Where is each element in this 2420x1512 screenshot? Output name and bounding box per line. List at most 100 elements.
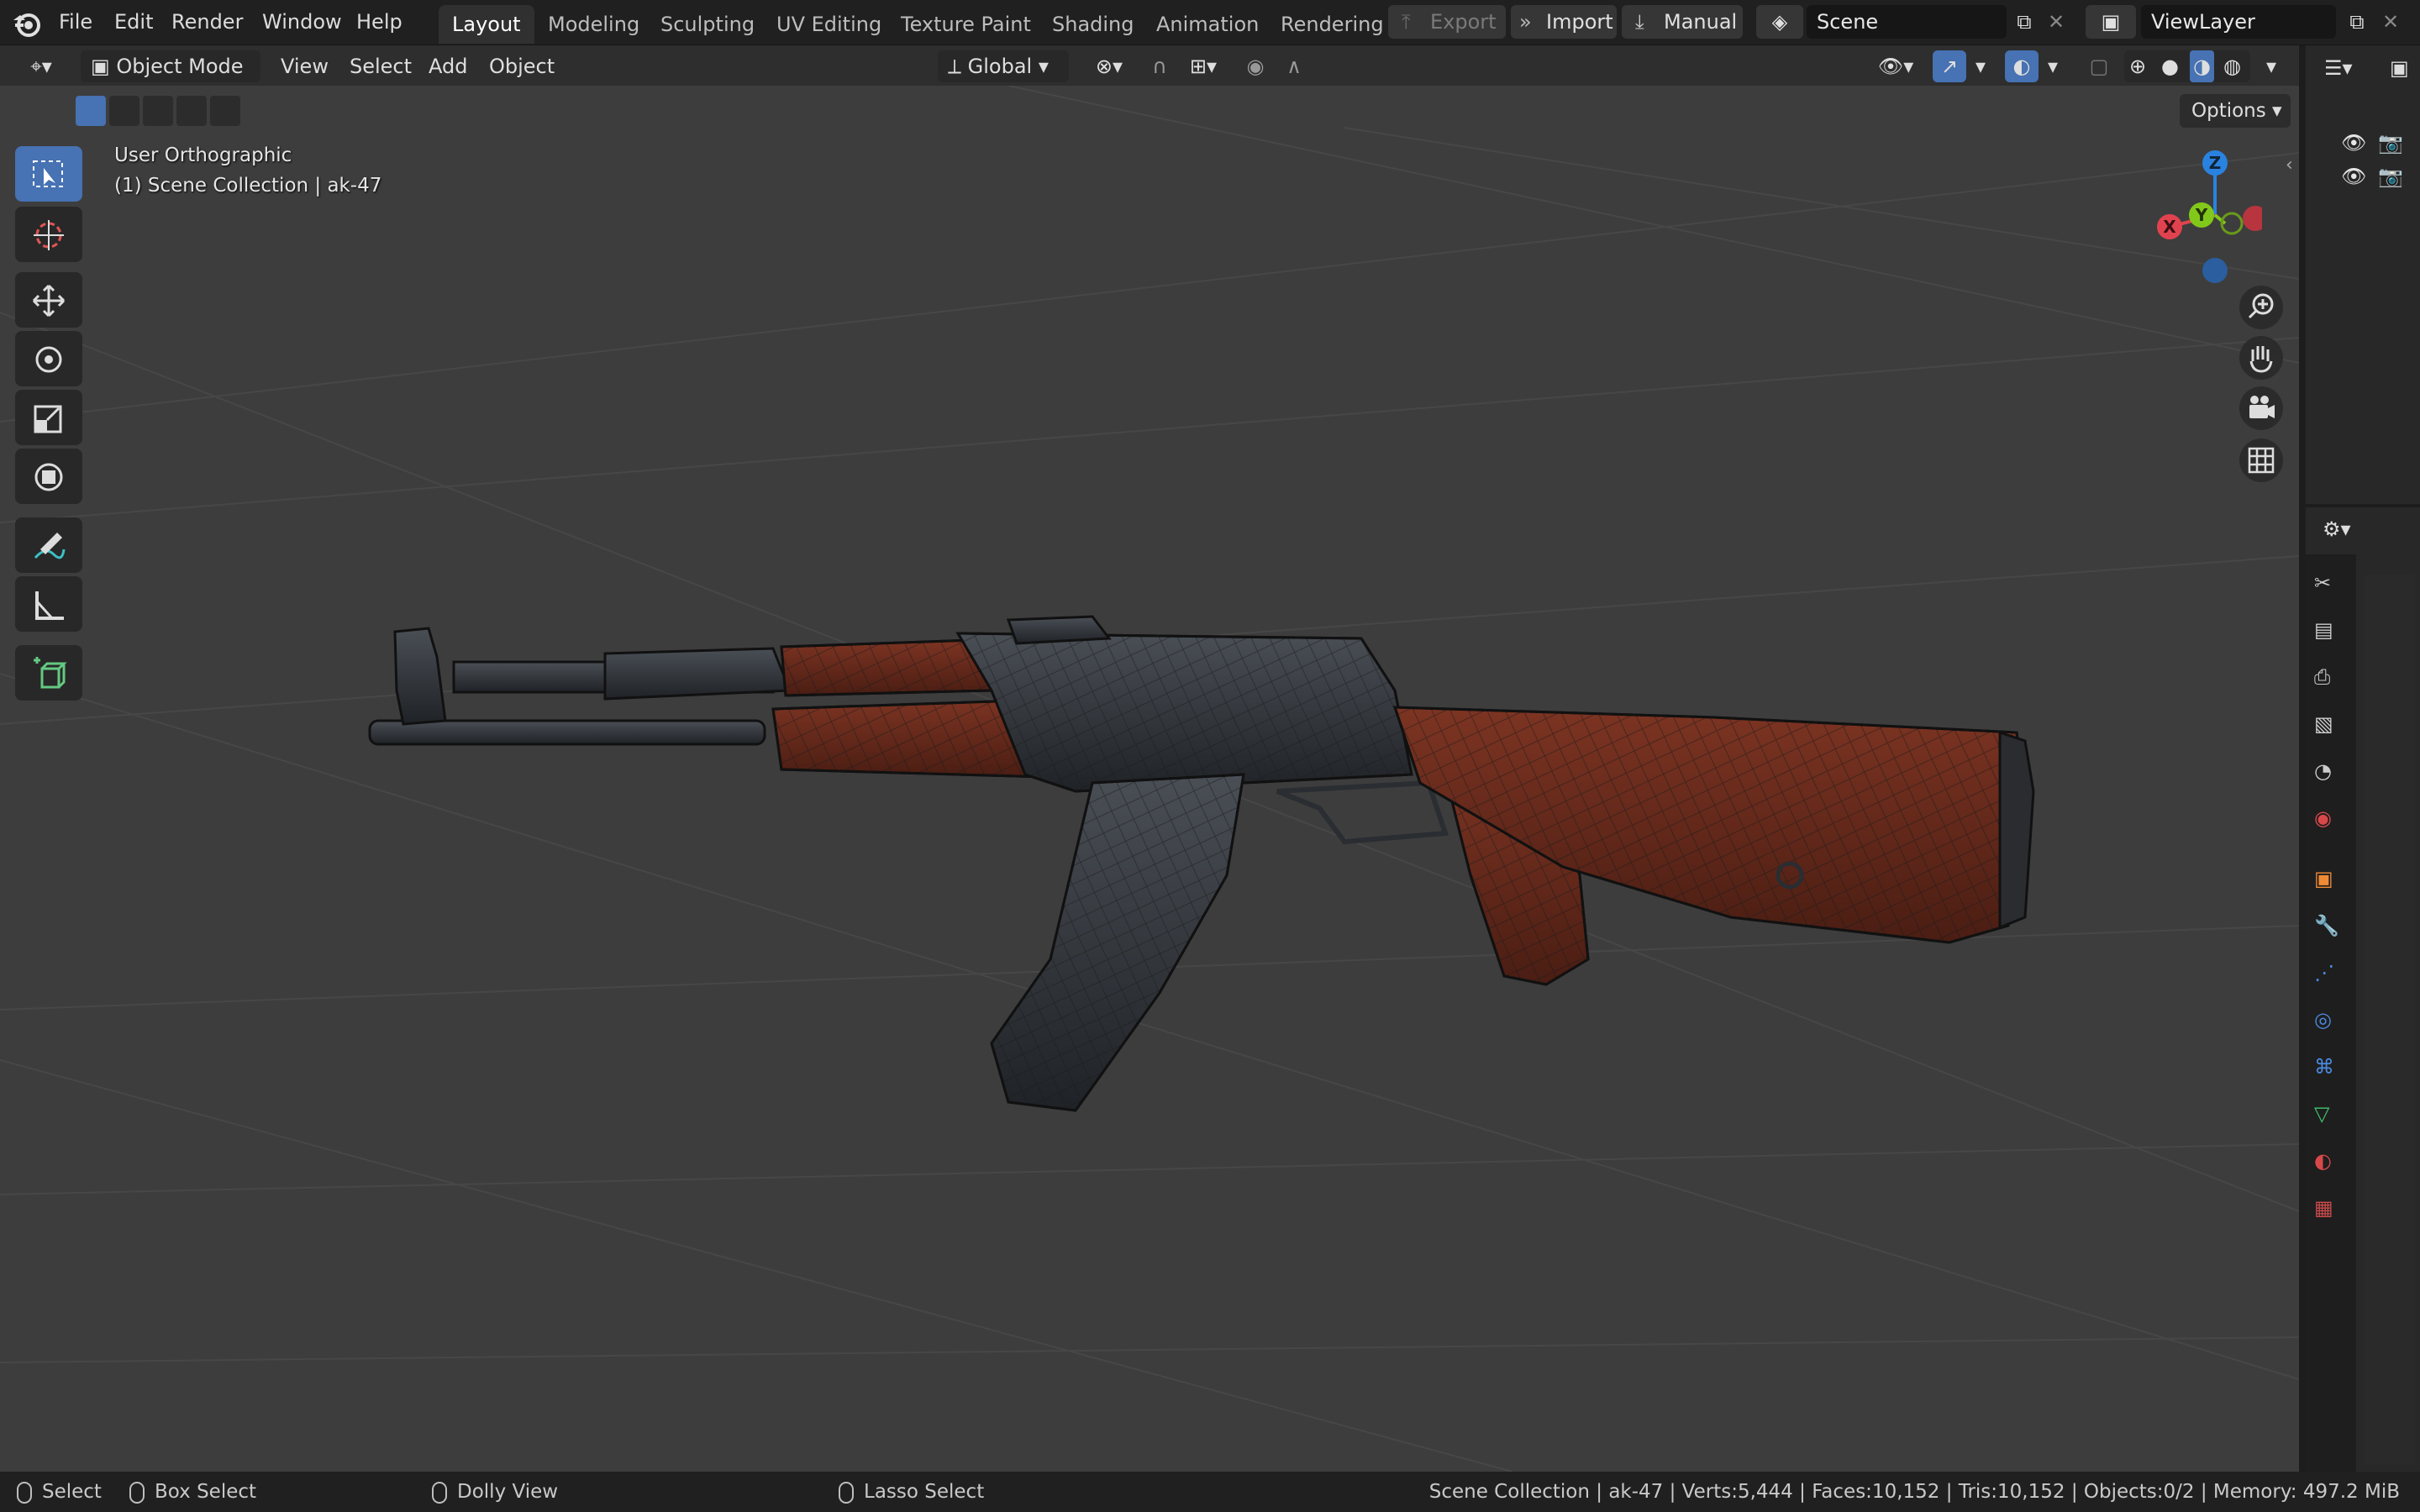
editor-type-icon[interactable]: ⌖▾ [15,50,67,82]
material-properties-icon[interactable]: ◐ [2314,1149,2348,1183]
scene-properties-icon[interactable]: ◔ [2314,759,2348,793]
visibility-eye-icon[interactable]: 👁 [2341,131,2366,155]
constraints-properties-icon[interactable]: ⌘ [2314,1055,2348,1089]
select-extend-icon[interactable] [109,96,139,126]
chevron-down-icon[interactable]: ▾ [1968,50,1993,82]
import-button[interactable]: » Import [1511,5,1617,39]
delete-viewlayer-icon[interactable]: ✕ [2378,5,2403,39]
transform-orientation-dropdown[interactable]: ⟂ Global ▾ [938,50,1069,82]
outliner-filter-icon[interactable]: ▣ [2390,52,2420,84]
scene-selector-icon[interactable]: ◈ [1756,5,1803,39]
rotate-tool[interactable] [15,331,82,386]
menu-add[interactable]: Add [429,50,467,82]
select-invert-icon[interactable] [176,96,207,126]
rendered-shading-icon[interactable]: ◍ [2223,50,2241,82]
new-scene-icon[interactable]: ⧉ [2012,5,2037,39]
data-properties-icon[interactable]: ▽ [2314,1102,2348,1136]
3d-cursor-icon [34,220,64,250]
render-camera-icon[interactable]: 📷 [2378,126,2403,160]
overlays-toggle-icon[interactable]: ◐ [2005,50,2039,82]
outliner-row: 👁 📷 [2341,160,2417,193]
outliner-display-mode-icon[interactable]: ☰▾ [2324,52,2375,84]
options-button[interactable]: Options ▾ [2180,94,2291,128]
output-properties-icon[interactable]: ⎙ [2314,665,2348,699]
add-cube-tool[interactable] [15,645,82,701]
viewlayer-selector-icon[interactable]: ▣ [2086,5,2136,39]
sidebar-toggle-icon[interactable]: ‹ [2286,155,2293,176]
transform-tool[interactable] [15,449,82,504]
transform-icon [34,463,63,491]
measure-tool[interactable] [15,576,82,632]
menu-view[interactable]: View [281,50,329,82]
gizmo-neg-x[interactable] [2243,206,2262,231]
ak47-model[interactable] [353,522,2050,1127]
select-box-tool[interactable] [15,146,82,202]
wireframe-shading-icon[interactable]: ⊕ [2129,50,2146,82]
tab-texture-paint[interactable]: Texture Paint [887,5,1044,44]
mouse-left-icon [17,1481,32,1504]
3d-viewport[interactable]: User Orthographic (1) Scene Collection |… [0,86,2299,1472]
gizmo-toggle-icon[interactable]: ↗ [1933,50,1966,82]
object-mode-dropdown[interactable]: ▣ Object Mode ▾ [81,50,260,110]
tab-layout[interactable]: Layout [439,5,534,44]
proportional-edit-icon[interactable]: ◉ [1239,50,1272,82]
menu-edit[interactable]: Edit [109,7,158,37]
visibility-icon[interactable]: 👁▾ [1870,50,1921,82]
import-label: Import [1546,10,1613,34]
menu-help[interactable]: Help [351,7,408,37]
manual-button[interactable]: ⤓ Manual [1622,5,1743,39]
blender-logo-icon[interactable] [12,8,42,39]
menu-window[interactable]: Window [257,7,347,37]
view-layer-properties-icon[interactable]: ▧ [2314,712,2348,746]
ortho-toggle-button[interactable] [2239,438,2283,482]
tab-modeling[interactable]: Modeling [534,5,653,44]
select-subtract-icon[interactable] [143,96,173,126]
cursor-tool[interactable] [15,207,82,262]
snap-icon[interactable]: ∩ [1143,50,1176,82]
tab-rendering[interactable]: Rendering [1267,5,1397,44]
tool-properties-icon[interactable]: ✂ [2314,571,2348,605]
scale-tool[interactable] [15,390,82,445]
tab-animation[interactable]: Animation [1143,5,1272,44]
move-tool[interactable] [15,272,82,328]
particles-properties-icon[interactable]: ⋰ [2314,961,2348,995]
material-shading-icon[interactable]: ◑ [2190,50,2214,82]
snap-target-icon[interactable]: ⊞▾ [1180,50,1227,82]
tab-sculpting[interactable]: Sculpting [647,5,768,44]
xray-toggle-icon[interactable]: ▢ [2082,50,2116,82]
world-properties-icon[interactable]: ◉ [2314,806,2348,840]
mouse-drag-icon [129,1481,145,1504]
chevron-down-icon[interactable]: ▾ [2040,50,2065,82]
chevron-down-icon[interactable]: ▾ [2259,50,2284,82]
tab-uv-editing[interactable]: UV Editing [763,5,895,44]
menu-select[interactable]: Select [350,50,412,82]
properties-editor-type-icon[interactable]: ⚙▾ [2323,512,2373,546]
texture-properties-icon[interactable]: ▦ [2314,1196,2348,1230]
zoom-view-button[interactable] [2239,286,2283,329]
menu-file[interactable]: File [54,7,97,37]
camera-view-button[interactable] [2239,386,2283,430]
modifier-properties-icon[interactable]: 🔧 [2314,914,2348,948]
view-layer-field[interactable]: ViewLayer [2141,5,2336,39]
visibility-eye-icon[interactable]: 👁 [2341,165,2366,188]
scene-name-field[interactable]: Scene [1807,5,2007,39]
annotate-tool[interactable] [15,517,82,573]
delete-scene-icon[interactable]: ✕ [2044,5,2069,39]
solid-shading-icon[interactable]: ● [2161,50,2179,82]
menu-render[interactable]: Render [166,7,248,37]
tab-shading[interactable]: Shading [1039,5,1148,44]
physics-properties-icon[interactable]: ◎ [2314,1008,2348,1042]
object-properties-icon[interactable]: ▣ [2314,867,2348,900]
new-viewlayer-icon[interactable]: ⧉ [2344,5,2370,39]
gizmo-neg-z[interactable] [2202,258,2228,283]
render-camera-icon[interactable]: 📷 [2378,160,2403,193]
navigation-gizmo[interactable]: Z X Y [2144,144,2262,287]
select-intersect-icon[interactable] [210,96,240,126]
select-new-icon[interactable] [76,96,106,126]
export-button[interactable]: ⤒ Export [1388,5,1506,39]
falloff-icon[interactable]: ∧ [1277,50,1311,82]
pivot-point-icon[interactable]: ⊗▾ [1084,50,1134,82]
render-properties-icon[interactable]: ▤ [2314,618,2348,652]
menu-object[interactable]: Object [489,50,555,82]
pan-view-button[interactable] [2239,336,2283,380]
